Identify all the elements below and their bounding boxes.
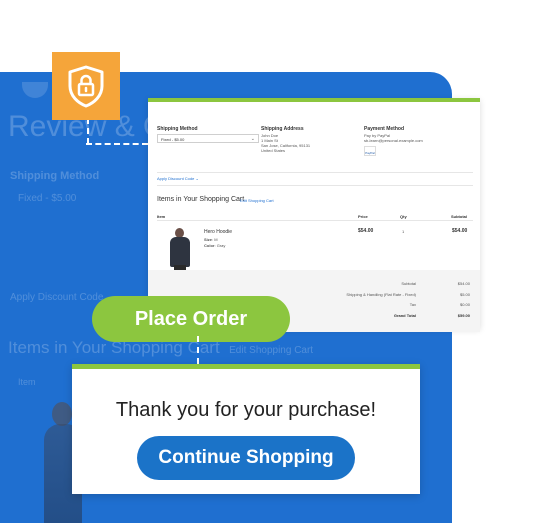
confirmation-card: Thank you for your purchase! Continue Sh… [72,364,420,494]
totals-value: $54.00 [457,281,470,286]
product-color: Color: Gray [204,243,226,248]
dashed-connector-horizontal [86,143,148,145]
apply-discount-link[interactable]: Apply Discount Code ⌄ [157,176,199,181]
payment-line: sb-learn@personal.example.com [364,138,423,143]
product-image [170,228,190,274]
divider [157,185,473,186]
payment-method-heading: Payment Method [364,126,405,132]
ghost-avatar [22,82,48,98]
column-item: Item [157,214,166,219]
product-price: $54.00 [358,228,374,234]
shipping-method-value: Fixed - $5.00 [161,137,185,142]
ghost-shipping-fixed: Fixed - $5.00 [18,193,77,204]
totals-value: $5.00 [459,292,470,297]
shipping-method-select[interactable]: Fixed - $5.00 ⌄ [157,134,259,143]
grand-total-value: $59.00 [457,313,470,318]
dashed-connector-vertical [87,118,89,144]
divider [157,172,473,173]
product-subtotal: $54.00 [452,228,468,234]
column-qty: Qty [400,214,407,219]
grand-total-label: Grand Total [393,313,416,318]
paypal-logo: PayPal [364,146,376,156]
ghost-product-head [52,402,72,426]
totals-label: Subtotal [401,281,416,286]
product-name: Hero Hoodie [204,229,233,235]
column-subtotal: Subtotal [451,214,467,219]
ghost-item-column: Item [18,377,36,387]
ghost-edit-cart: Edit Shopping Cart [229,345,314,356]
ghost-apply-discount: Apply Discount Code [10,292,104,303]
totals-value: $0.00 [459,302,470,307]
shipping-address-heading: Shipping Address [261,126,304,132]
ghost-shipping-method: Shipping Method [10,170,100,182]
column-price: Price [358,214,368,219]
thank-you-message: Thank you for your purchase! [115,399,377,421]
address-line: United States [261,148,286,153]
product-qty: 1 [402,229,405,234]
edit-cart-link[interactable]: Edit Shopping Cart [240,198,274,203]
dashed-connector-lower [197,336,199,364]
shipping-method-heading: Shipping Method [157,126,198,132]
product-size: Size: M [204,237,218,242]
chevron-down-icon: ⌄ [250,136,255,142]
place-order-button[interactable]: Place Order [92,296,290,342]
totals-label: Shipping & Handling (Flat Rate - Fixed) [346,292,416,297]
order-review-card: Shipping Method Fixed - $5.00 ⌄ Shipping… [148,98,480,332]
continue-shopping-button[interactable]: Continue Shopping [137,436,355,480]
divider [157,220,473,221]
items-heading: Items in Your Shopping Cart [157,196,245,203]
lock-shield-icon [68,65,104,108]
totals-label: Tax [409,302,416,307]
security-badge [52,52,120,120]
